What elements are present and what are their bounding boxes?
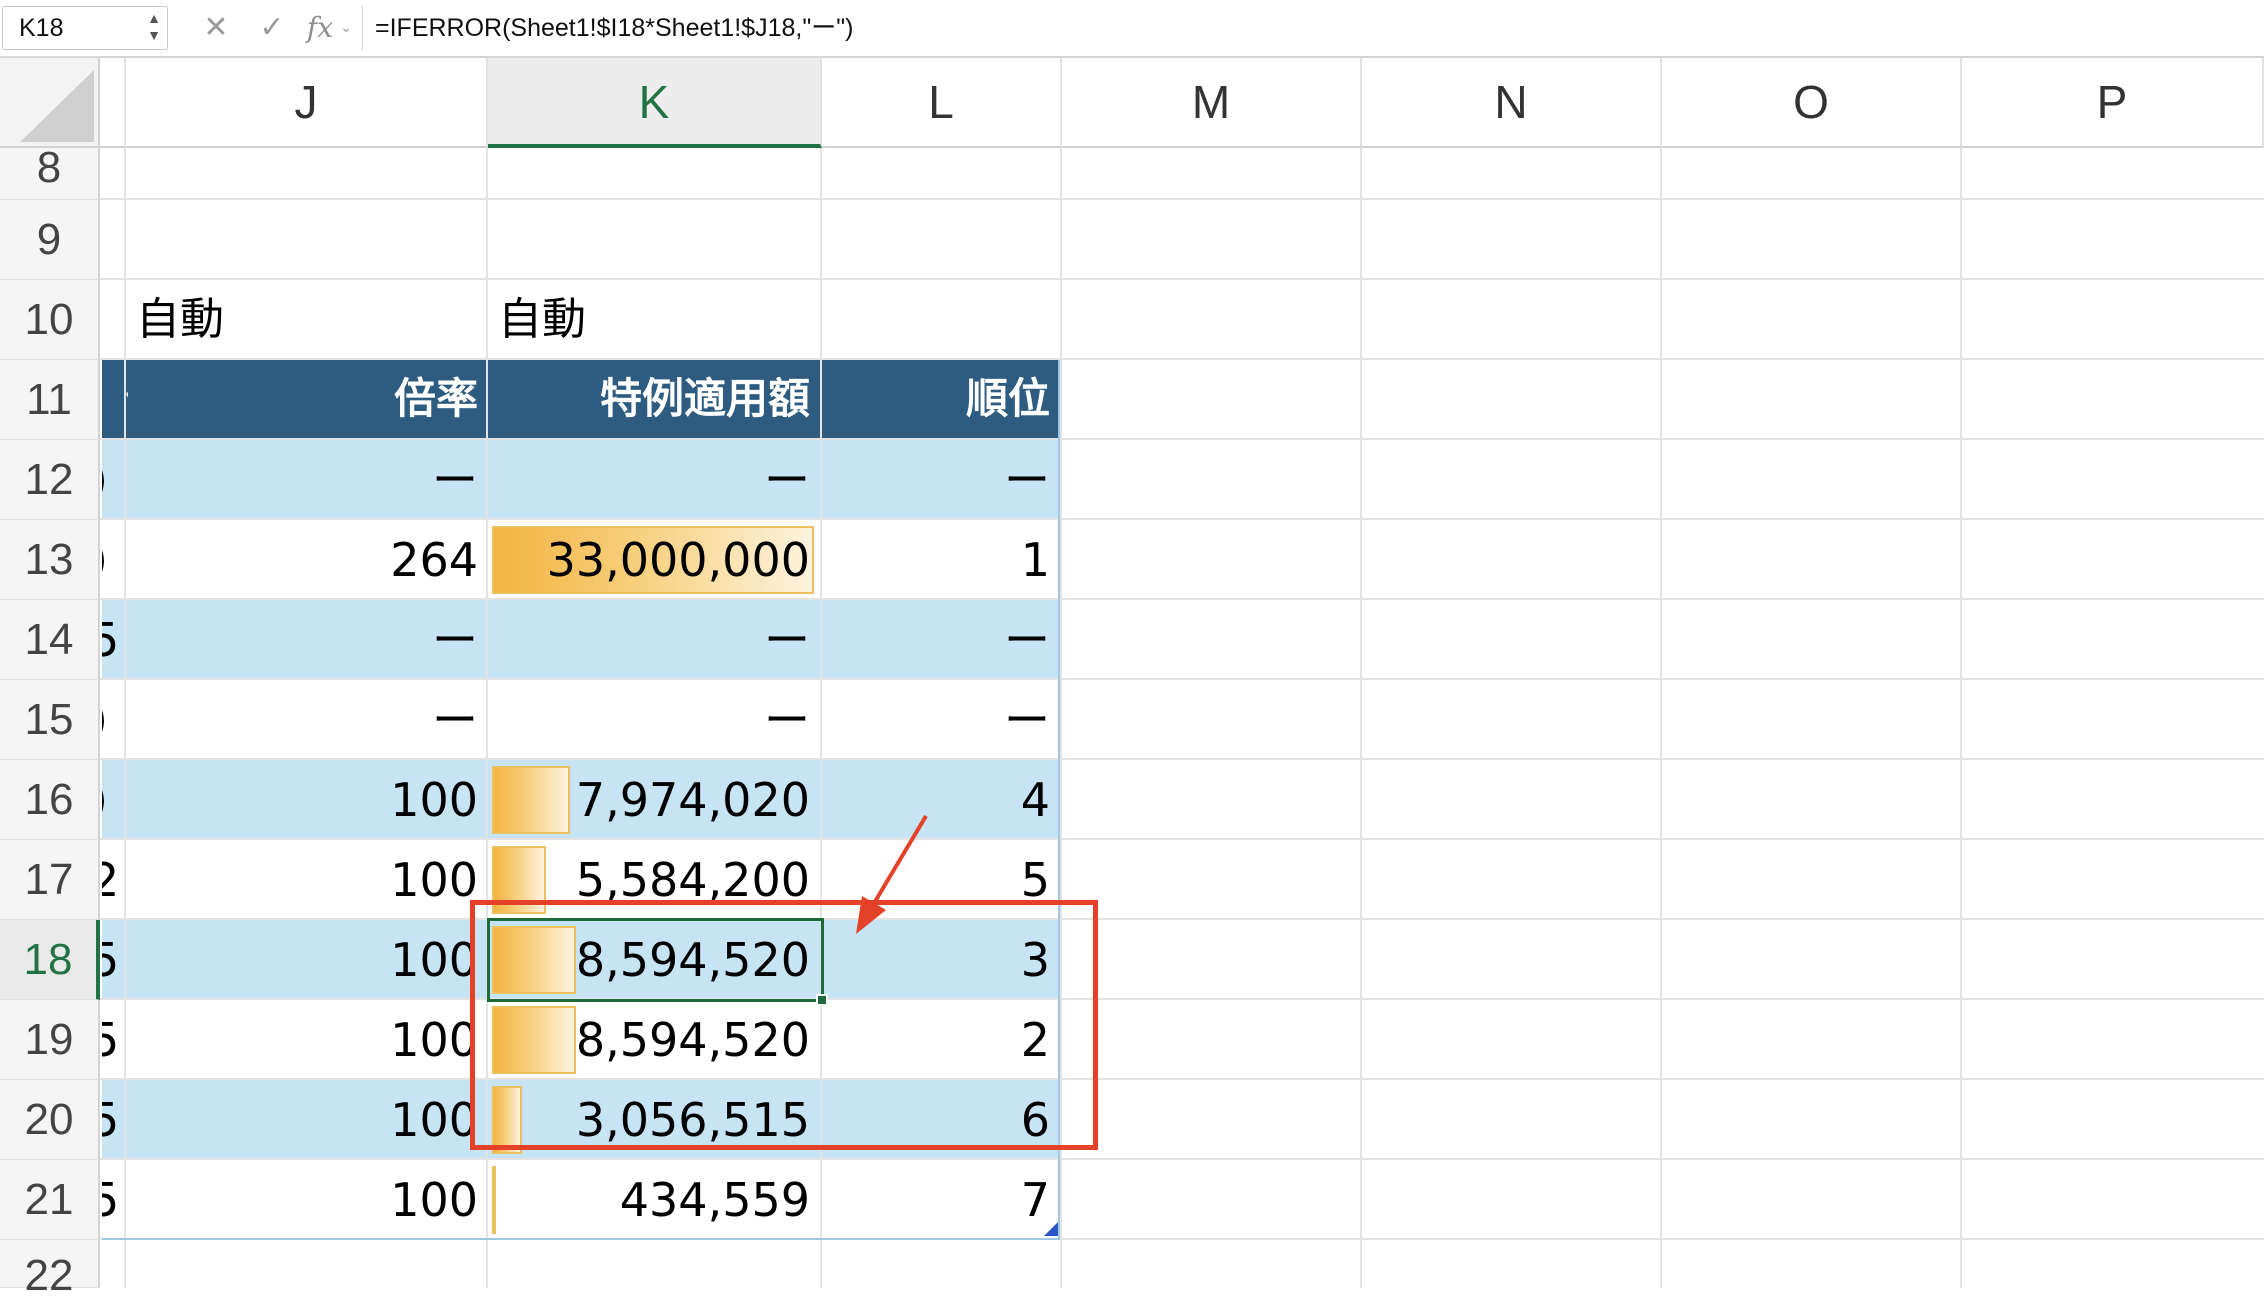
column-header-hidden bbox=[100, 58, 126, 148]
cell-i-fragment-text: ) bbox=[102, 680, 108, 760]
row-header-16[interactable]: 16 bbox=[0, 760, 100, 840]
cell-i-fragment: 5 bbox=[102, 1080, 124, 1160]
confirm-icon[interactable]: ✓ bbox=[252, 6, 292, 50]
row-header-14[interactable]: 14 bbox=[0, 600, 100, 680]
cell-k10[interactable]: 自動 bbox=[498, 280, 586, 360]
row-header-17[interactable]: 17 bbox=[0, 840, 100, 920]
insert-function-icon[interactable]: fx bbox=[300, 6, 340, 50]
cell-i-fragment-text: 5 bbox=[102, 933, 120, 987]
name-box-value: K18 bbox=[19, 14, 64, 42]
cell-j20[interactable]: 100 bbox=[126, 1080, 478, 1160]
annotation-arrow-shaft bbox=[868, 814, 928, 912]
row-header-9[interactable]: 9 bbox=[0, 200, 100, 280]
cell-l21[interactable]: 7 bbox=[822, 1160, 1050, 1240]
formula-bar: K18 ▲ ▼ ✕ ✓ fx ⌄ =IFERROR(Sheet1!$I18*Sh… bbox=[0, 0, 2264, 58]
row-header-11[interactable]: 11 bbox=[0, 360, 100, 440]
row-header-10[interactable]: 10 bbox=[0, 280, 100, 360]
cell-i-fragment: ) bbox=[102, 520, 124, 600]
cell-i-fragment: ) bbox=[102, 760, 124, 840]
cell-i-fragment: 5 bbox=[102, 920, 124, 1000]
row-header-18[interactable]: 18 bbox=[0, 920, 100, 1000]
header-cell-i-fragment: 価 bbox=[102, 360, 128, 438]
cell-j17[interactable]: 100 bbox=[126, 840, 478, 920]
header-cell-l[interactable]: 順位 bbox=[822, 360, 1050, 438]
cell-k13[interactable]: 33,000,000 bbox=[488, 520, 810, 600]
cell-j19[interactable]: 100 bbox=[126, 1000, 478, 1080]
cell-i-fragment: 2 bbox=[102, 840, 124, 920]
cell-i-fragment-text: 5 bbox=[102, 1173, 120, 1227]
chevron-down-icon[interactable]: ⌄ bbox=[338, 6, 354, 50]
cell-j15[interactable]: ー bbox=[126, 680, 478, 760]
cell-i-fragment: 5 bbox=[102, 1160, 124, 1240]
row-header-13[interactable]: 13 bbox=[0, 520, 100, 600]
column-header-k[interactable]: K bbox=[488, 58, 822, 148]
name-box-spinner[interactable]: ▲ ▼ bbox=[147, 10, 161, 46]
column-header-m[interactable]: M bbox=[1062, 58, 1362, 148]
gridline-vertical bbox=[1660, 148, 1662, 1288]
cell-i-fragment: ) bbox=[102, 440, 124, 520]
gridline-vertical bbox=[1360, 148, 1362, 1288]
row-header-8[interactable]: 8 bbox=[0, 146, 100, 200]
spinner-up-icon[interactable]: ▲ bbox=[147, 10, 161, 27]
row-header-19[interactable]: 19 bbox=[0, 1000, 100, 1080]
cell-i-fragment-text: 5 bbox=[102, 613, 120, 667]
select-all-triangle-icon bbox=[20, 70, 94, 142]
cell-i-fragment: 5 bbox=[102, 1000, 124, 1080]
gridline-horizontal bbox=[100, 278, 2264, 280]
column-header-l[interactable]: L bbox=[822, 58, 1062, 148]
annotation-arrow-icon bbox=[856, 814, 928, 934]
row-header-22[interactable]: 22 bbox=[0, 1240, 100, 1300]
column-header-o[interactable]: O bbox=[1662, 58, 1962, 148]
cell-j16[interactable]: 100 bbox=[126, 760, 478, 840]
cell-j21[interactable]: 100 bbox=[126, 1160, 478, 1240]
cell-i-fragment-text: ) bbox=[102, 520, 108, 600]
spinner-down-icon[interactable]: ▼ bbox=[147, 27, 161, 44]
column-header-n[interactable]: N bbox=[1362, 58, 1662, 148]
cell-i-fragment: ) bbox=[102, 680, 124, 760]
cell-l15[interactable]: ー bbox=[822, 680, 1050, 760]
cell-i-fragment-text: ) bbox=[102, 760, 108, 840]
annotation-highlight-box bbox=[470, 900, 1098, 1150]
cell-l12[interactable]: ー bbox=[822, 440, 1050, 520]
cell-i-fragment: 5 bbox=[102, 600, 124, 680]
cell-l14[interactable]: ー bbox=[822, 600, 1050, 680]
cell-j14[interactable]: ー bbox=[126, 600, 478, 680]
gridline-vertical bbox=[1960, 148, 1962, 1288]
header-cell-k[interactable]: 特例適用額 bbox=[488, 360, 810, 438]
cell-j12[interactable]: ー bbox=[126, 440, 478, 520]
cell-j13[interactable]: 264 bbox=[126, 520, 478, 600]
header-cell-j[interactable]: 倍率 bbox=[126, 360, 478, 438]
row-header-21[interactable]: 21 bbox=[0, 1160, 100, 1240]
cell-k16[interactable]: 7,974,020 bbox=[488, 760, 810, 840]
row-header-20[interactable]: 20 bbox=[0, 1080, 100, 1160]
cell-i-fragment-text: 5 bbox=[102, 1093, 120, 1147]
cell-k21[interactable]: 434,559 bbox=[488, 1160, 810, 1240]
formula-input[interactable]: =IFERROR(Sheet1!$I18*Sheet1!$J18,"ー") bbox=[362, 6, 853, 50]
name-box[interactable]: K18 ▲ ▼ bbox=[2, 6, 168, 50]
cancel-icon[interactable]: ✕ bbox=[196, 6, 236, 50]
cell-k12[interactable]: ー bbox=[488, 440, 810, 520]
row-header-15[interactable]: 15 bbox=[0, 680, 100, 760]
cell-k14[interactable]: ー bbox=[488, 600, 810, 680]
cell-j18[interactable]: 100 bbox=[126, 920, 478, 1000]
cell-i-fragment-text: ) bbox=[102, 440, 108, 520]
spreadsheet-grid: J K L M N O P 8 9 10 11 12 13 14 15 16 1… bbox=[0, 58, 2264, 1300]
column-header-j[interactable]: J bbox=[126, 58, 488, 148]
annotation-arrow-head bbox=[856, 896, 886, 934]
column-header-p[interactable]: P bbox=[1962, 58, 2264, 148]
gridline-horizontal bbox=[100, 198, 2264, 200]
cell-i-fragment-text: 5 bbox=[102, 1013, 120, 1067]
cell-j10[interactable]: 自動 bbox=[136, 280, 224, 360]
cell-k15[interactable]: ー bbox=[488, 680, 810, 760]
row-header-12[interactable]: 12 bbox=[0, 440, 100, 520]
table-resize-handle-icon[interactable] bbox=[1044, 1222, 1058, 1236]
cell-i-fragment-text: 2 bbox=[102, 853, 120, 907]
cell-l13[interactable]: 1 bbox=[822, 520, 1050, 600]
